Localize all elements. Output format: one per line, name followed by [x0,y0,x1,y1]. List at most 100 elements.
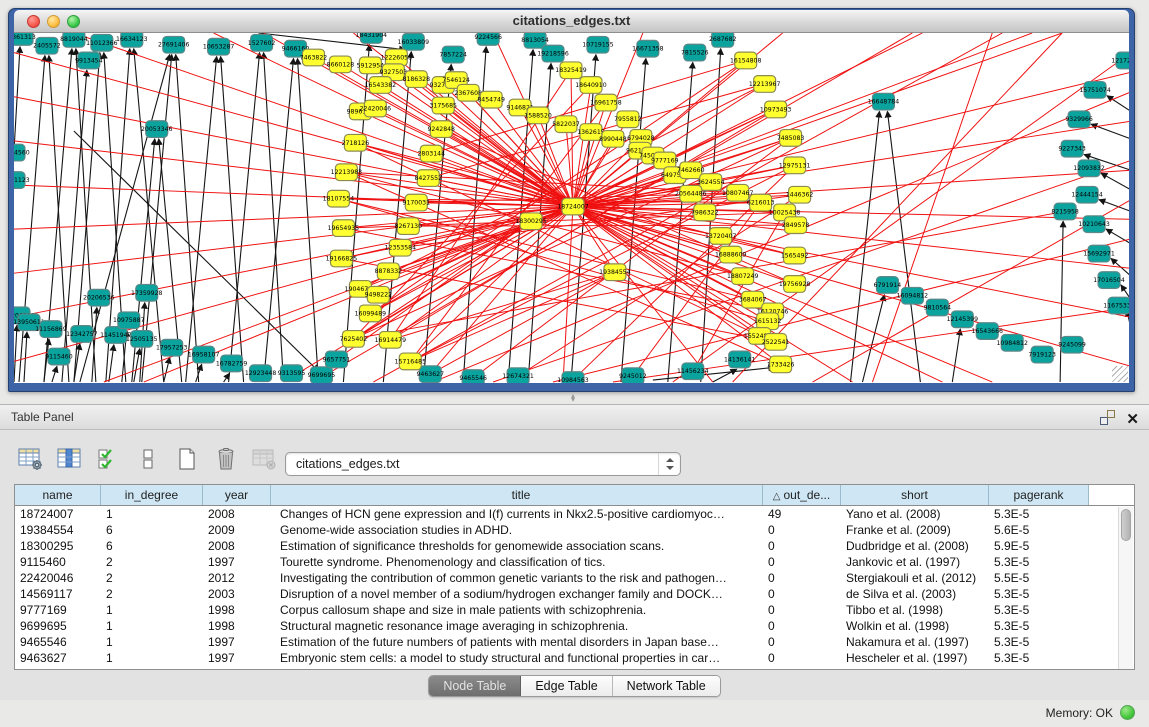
graph-node[interactable]: 16888609 [715,246,747,263]
graph-node[interactable]: 2405572 [33,37,61,54]
graph-node[interactable]: 9329966 [1065,111,1093,128]
graph-node[interactable]: 15692971 [1083,245,1115,262]
graph-node[interactable]: 12213967 [749,76,781,93]
graph-node[interactable]: 8186328 [403,71,431,88]
table-row[interactable]: 946554611997Estimation of the future num… [15,634,1134,650]
graph-node[interactable]: 12145399 [947,311,979,328]
graph-node[interactable]: 12923448 [245,365,277,382]
table-cell[interactable]: 6 [101,522,203,538]
graph-node[interactable]: 10984812 [996,334,1028,351]
network-window-titlebar[interactable]: citations_edges.txt [14,10,1129,33]
graph-node[interactable]: 18431904 [356,33,388,43]
column-header-name[interactable]: name [15,485,101,505]
table-cell[interactable]: 5.6E-5 [989,522,1089,538]
table-cell[interactable]: 9465546 [15,634,101,650]
graph-node[interactable]: 9170031 [403,194,431,211]
graph-node[interactable]: 16154808 [730,52,762,69]
graph-node[interactable]: 16648784 [868,93,900,110]
table-cell[interactable]: 18300295 [15,538,101,554]
graph-node[interactable]: 14136141 [724,351,756,368]
table-row[interactable]: 977716911998Corpus callosum shape and si… [15,602,1134,618]
graph-node[interactable]: 13720407 [705,228,737,245]
graph-node[interactable]: 15716485 [395,353,427,370]
graph-node[interactable]: 9313595 [278,365,306,382]
table-cell[interactable]: 0 [763,602,841,618]
graph-node[interactable]: 6791914 [874,277,902,294]
graph-node[interactable]: 10653287 [203,38,235,55]
graph-node[interactable]: 18300295 [515,213,547,230]
graph-node[interactable]: 11012366 [86,34,118,51]
graph-node[interactable]: 2522541 [762,333,790,350]
graph-node[interactable]: 19384554 [599,264,631,281]
table-cell[interactable]: Investigating the contribution of common… [271,570,763,586]
graph-node[interactable]: 2803144 [417,145,445,162]
table-cell[interactable]: 18724007 [15,506,101,522]
graph-node[interactable]: 7485083 [777,130,805,147]
table-cell[interactable]: 1997 [203,650,271,666]
table-cell[interactable]: 1 [101,602,203,618]
graph-node[interactable]: 12444154 [1071,186,1103,203]
graph-node[interactable]: 2718126 [342,134,370,151]
graph-node[interactable]: 12353584 [385,239,417,256]
table-cell[interactable]: 5.9E-5 [989,538,1089,554]
table-cell[interactable]: Structural magnetic resonance image aver… [271,618,763,634]
graph-node[interactable]: 9245012 [619,368,647,383]
memory-status-indicator[interactable] [1120,705,1135,720]
table-cell[interactable]: Estimation of the future numbers of pati… [271,634,763,650]
graph-node[interactable]: 8427552 [414,170,442,187]
graph-node[interactable]: 8454749 [477,91,505,108]
graph-node[interactable]: 16543666 [972,323,1004,340]
table-row[interactable]: 1872400712008Changes of HCN gene express… [15,506,1134,522]
graph-node[interactable]: 9245099 [1058,336,1086,353]
network-graph[interactable]: 1872400718300295193845549361313240557288… [14,33,1129,383]
graph-node[interactable]: 22420046 [360,100,392,117]
graph-node[interactable]: 11156869 [35,321,67,338]
table-cell[interactable]: 2009 [203,522,271,538]
table-cell[interactable]: 0 [763,618,841,634]
graph-node[interactable]: 12505135 [126,331,158,348]
graph-node[interactable]: 9115460 [45,348,73,365]
graph-node[interactable]: 18724007 [557,198,589,215]
table-cell[interactable]: 5.3E-5 [989,506,1089,522]
table-cell[interactable]: 0 [763,538,841,554]
graph-node[interactable]: 8267130 [395,218,423,235]
table-cell[interactable]: 1998 [203,618,271,634]
graph-node[interactable]: 8878332 [375,263,403,280]
table-vertical-scrollbar[interactable] [1118,507,1133,669]
table-cell[interactable]: Jankovic et al. (1997) [841,554,989,570]
graph-node[interactable]: 1527602 [248,34,276,51]
table-cell[interactable]: 22420046 [15,570,101,586]
graph-node[interactable]: 1446362 [786,186,814,203]
split-pane-handle[interactable]: ▴▾ [566,394,580,403]
table-cell[interactable]: 1 [101,618,203,634]
table-cell[interactable]: 5.3E-5 [989,554,1089,570]
tab-edge-table[interactable]: Edge Table [521,676,612,696]
graph-node[interactable]: 16099489 [355,305,387,322]
graph-node[interactable]: 16914479 [375,332,407,349]
table-cell[interactable]: 0 [763,554,841,570]
graph-node[interactable]: 11456234 [677,363,709,380]
table-cell[interactable]: 2 [101,554,203,570]
table-cell[interactable]: Tibbo et al. (1998) [841,602,989,618]
table-row[interactable]: 2242004622012Investigating the contribut… [15,570,1134,586]
table-cell[interactable]: 19384554 [15,522,101,538]
table-cell[interactable]: Embryonic stem cells: a model to study s… [271,650,763,666]
graph-node[interactable]: 9699695 [308,367,336,383]
graph-node[interactable]: 3175685 [429,97,457,114]
graph-node[interactable]: 12093832 [1073,160,1105,177]
graph-node[interactable]: 18640910 [575,77,607,94]
table-cell[interactable]: de Silva et al. (2003) [841,586,989,602]
graph-node[interactable]: 17957253 [156,339,188,356]
delete-columns-icon[interactable] [213,446,239,472]
graph-node[interactable]: 19654935 [328,220,360,237]
graph-node[interactable]: 5822037 [552,116,580,133]
table-row[interactable]: 946362711997Embryonic stem cells: a mode… [15,650,1134,666]
table-cell[interactable]: 0 [763,650,841,666]
table-cell[interactable]: 1 [101,650,203,666]
table-cell[interactable]: 5.3E-5 [989,602,1089,618]
table-cell[interactable]: Yano et al. (2008) [841,506,989,522]
table-cell[interactable]: Dudbridge et al. (2008) [841,538,989,554]
graph-node[interactable]: 6216013 [747,194,775,211]
column-header-in-degree[interactable]: in_degree [101,485,203,505]
graph-node[interactable]: 7815526 [681,44,709,61]
